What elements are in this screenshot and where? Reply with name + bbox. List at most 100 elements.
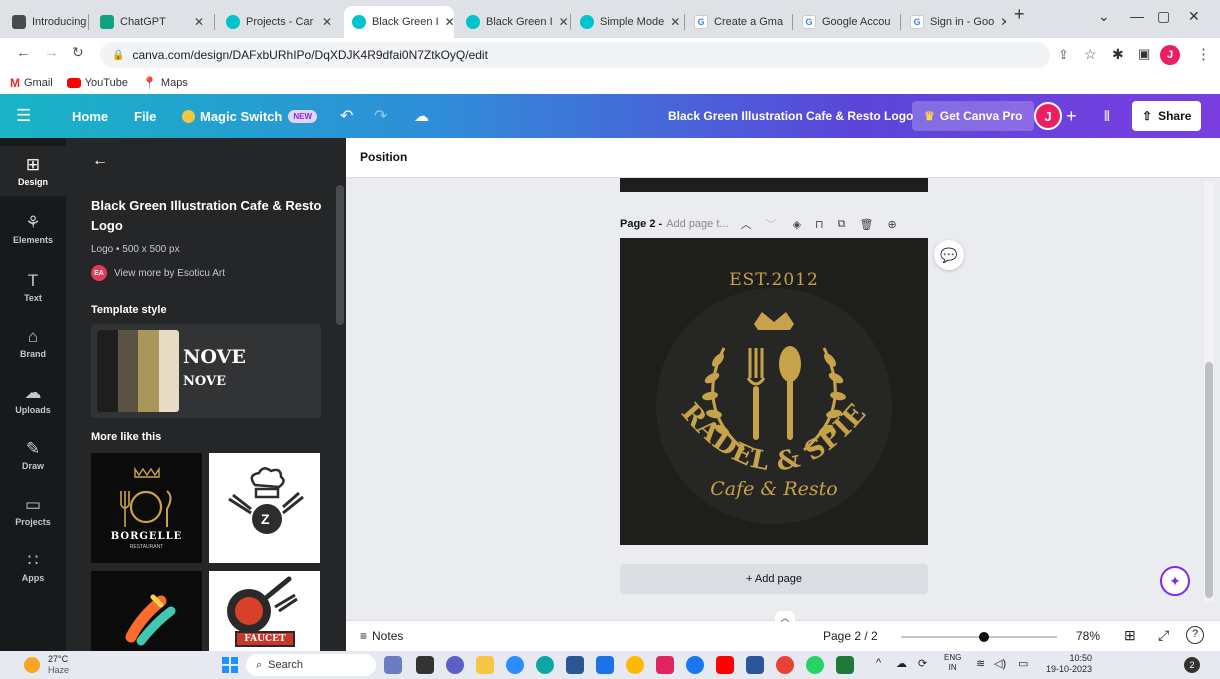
windows-start-icon[interactable] (222, 657, 238, 673)
close-icon[interactable]: ✕ (891, 15, 899, 29)
notification-badge[interactable]: 2 (1184, 657, 1200, 673)
tab-search-chevron-icon[interactable]: ⌄ (1098, 8, 1110, 25)
chat-icon[interactable] (446, 656, 464, 674)
move-page-up-icon[interactable]: ︿ (741, 216, 752, 232)
template-thumbnail[interactable] (91, 571, 202, 651)
onedrive-icon[interactable]: ☁ (896, 657, 907, 670)
forward-arrow-icon[interactable]: → (44, 44, 59, 61)
expand-pages-chevron-icon[interactable]: ︿ (775, 611, 795, 623)
rail-elements[interactable]: ⚘ Elements (0, 204, 66, 254)
user-avatar[interactable]: J (1034, 102, 1062, 130)
magic-assistant-icon[interactable]: ✦ (1160, 566, 1190, 596)
undo-icon[interactable]: ↶ (340, 94, 353, 138)
grid-view-icon[interactable]: ⊞ (1124, 627, 1136, 644)
close-icon[interactable]: ✕ (439, 15, 454, 29)
hide-page-icon[interactable]: ◈ (793, 218, 801, 231)
notepad-icon[interactable] (836, 656, 854, 674)
app-icon[interactable] (656, 656, 674, 674)
bookmark-maps[interactable]: 📍 Maps (142, 76, 188, 90)
zoom-slider[interactable] (901, 632, 1057, 642)
back-arrow-icon[interactable]: ← (16, 44, 31, 61)
clock[interactable]: 10:50 19-10-2023 (1040, 653, 1092, 675)
youtube-icon[interactable] (716, 656, 734, 674)
reload-icon[interactable]: ↻ (72, 44, 84, 61)
browser-tab[interactable]: Simple Mode ✕ (572, 6, 682, 38)
browser-tab[interactable]: Black Green I ✕ (458, 6, 568, 38)
taskview-icon[interactable] (416, 656, 434, 674)
design-page[interactable]: FRADEL & SPIES EST.2012 Cafe & Resto (620, 238, 928, 545)
whatsapp-icon[interactable] (806, 656, 824, 674)
zoom-level[interactable]: 78% (1076, 629, 1100, 643)
zoom-icon[interactable] (506, 656, 524, 674)
panel-scrollbar[interactable] (336, 185, 344, 325)
share-page-icon[interactable]: ⇪ (1058, 47, 1069, 63)
rail-draw[interactable]: ✎ Draw (0, 430, 66, 480)
new-tab-icon[interactable]: + (1014, 4, 1025, 25)
close-icon[interactable]: ✕ (188, 15, 204, 29)
wifi-icon[interactable]: ≋ (976, 657, 985, 670)
canvas-scrollbar-thumb[interactable] (1205, 362, 1213, 598)
browser-tab-active[interactable]: Black Green I ✕ (344, 6, 454, 38)
bookmark-star-icon[interactable]: ☆ (1084, 46, 1097, 63)
app-icon[interactable] (596, 656, 614, 674)
close-icon[interactable]: ✕ (553, 15, 568, 29)
weather-desc[interactable]: Haze (48, 665, 69, 675)
store-icon[interactable] (566, 656, 584, 674)
bookmark-youtube[interactable]: YouTube (66, 77, 128, 89)
close-icon[interactable]: ✕ (783, 15, 790, 29)
rail-design[interactable]: ⊞ Design (0, 146, 66, 196)
template-thumbnail[interactable]: Z (209, 453, 320, 563)
side-panel-icon[interactable]: ▣ (1138, 46, 1150, 62)
browser-tab[interactable]: G Create a Gma ✕ (686, 6, 790, 38)
share-button[interactable]: ⇧ Share (1132, 101, 1202, 131)
close-icon[interactable]: ✕ (994, 15, 1006, 29)
browser-tab[interactable]: Introducing C ✕ (4, 6, 86, 38)
battery-icon[interactable]: ▭ (1018, 657, 1028, 670)
canvas-scrollbar-track[interactable] (1204, 182, 1214, 602)
template-thumbnail[interactable]: FAUCET (209, 571, 320, 651)
rail-brand[interactable]: ⌂ Brand (0, 318, 66, 368)
notes-button[interactable]: ≡ Notes (360, 629, 403, 643)
browser-tab[interactable]: Projects - Car ✕ (218, 6, 340, 38)
insights-chart-icon[interactable]: ⫴ (1104, 94, 1110, 138)
fullscreen-icon[interactable]: ⤢ (1158, 627, 1169, 644)
profile-avatar[interactable]: J (1160, 45, 1180, 65)
page-title-input[interactable]: Add page t... (666, 218, 728, 230)
word-icon[interactable] (746, 656, 764, 674)
author-link[interactable]: EA View more by Esoticu Art (91, 265, 225, 281)
language-indicator[interactable]: ENG IN (944, 653, 961, 673)
tray-app-icon[interactable]: ⟳ (918, 657, 927, 670)
move-page-down-icon[interactable]: ﹀ (766, 216, 777, 232)
template-thumbnail[interactable]: BORGELLE RESTAURANT (91, 453, 202, 563)
restore-icon[interactable]: ▢ (1157, 8, 1170, 25)
file-menu-button[interactable]: File (134, 94, 156, 138)
duplicate-page-icon[interactable]: ⧉ (838, 218, 846, 231)
add-page-button[interactable]: + Add page (620, 564, 928, 594)
chrome-icon[interactable] (776, 656, 794, 674)
cloud-saved-icon[interactable]: ☁ (414, 94, 429, 138)
zoom-slider-thumb[interactable] (979, 632, 989, 642)
rail-uploads[interactable]: ☁ Uploads (0, 374, 66, 424)
app-icon[interactable] (626, 656, 644, 674)
browser-menu-icon[interactable]: ⋮ (1196, 45, 1211, 63)
close-icon[interactable]: ✕ (664, 15, 680, 29)
add-collaborator-icon[interactable]: + (1066, 94, 1077, 138)
rail-text[interactable]: T Text (0, 262, 66, 312)
rail-projects[interactable]: ▭ Projects (0, 486, 66, 536)
bookmark-gmail[interactable]: M Gmail (10, 76, 53, 90)
tray-chevron-icon[interactable]: ^ (876, 657, 881, 669)
lock-page-icon[interactable]: ⊓ (815, 218, 824, 231)
home-button[interactable]: Home (72, 94, 108, 138)
get-canva-pro-button[interactable]: ♛ Get Canva Pro (912, 101, 1035, 131)
redo-icon[interactable]: ↷ (374, 94, 387, 138)
file-explorer-icon[interactable] (476, 656, 494, 674)
page-counter[interactable]: Page 2 / 2 (823, 629, 878, 643)
address-bar[interactable]: 🔒 canva.com/design/DAFxbURhIPo/DqXDJK4R9… (100, 42, 1050, 68)
close-icon[interactable]: ✕ (316, 15, 332, 29)
volume-icon[interactable]: ◁) (994, 657, 1006, 670)
browser-tab[interactable]: G Sign in - Goo ✕ (902, 6, 1006, 38)
magic-switch-button[interactable]: Magic Switch NEW (182, 94, 318, 138)
rail-apps[interactable]: ∷ Apps (0, 542, 66, 592)
back-arrow-icon[interactable]: ← (92, 152, 108, 170)
hamburger-menu-icon[interactable]: ☰ (16, 94, 31, 138)
